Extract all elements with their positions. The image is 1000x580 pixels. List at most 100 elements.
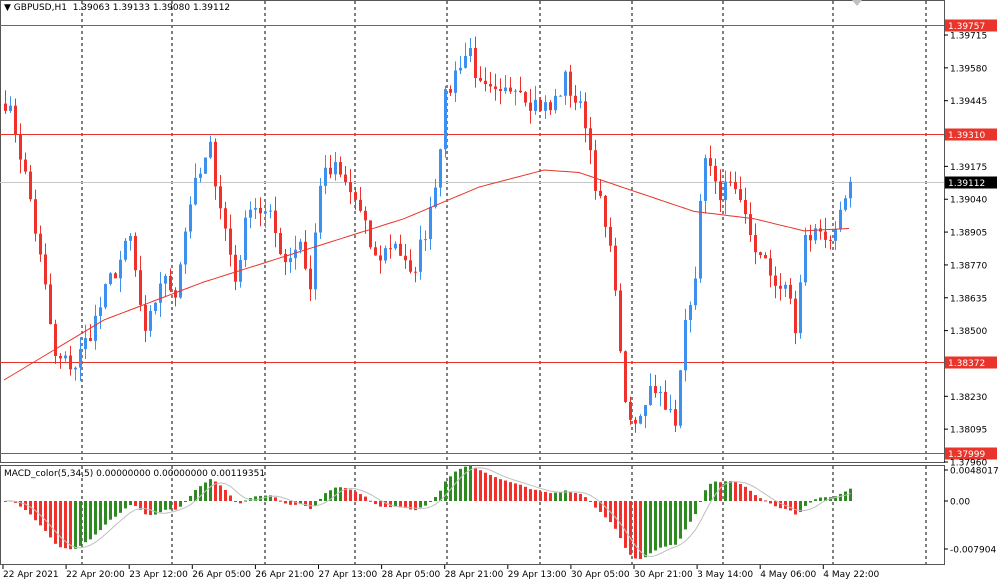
candle-body bbox=[64, 355, 67, 359]
macd-histogram-bar bbox=[649, 501, 652, 554]
macd-histogram-bar bbox=[674, 501, 677, 545]
macd-histogram-bar bbox=[49, 501, 52, 538]
candle-body bbox=[474, 48, 477, 78]
candle-body bbox=[459, 67, 462, 71]
candle-body bbox=[274, 210, 277, 233]
macd-histogram-bar bbox=[144, 501, 147, 515]
price-chart[interactable]: 1.397571.393101.383721.379991.397151.395… bbox=[0, 0, 1000, 580]
candle-body bbox=[389, 248, 392, 250]
macd-histogram-bar bbox=[654, 501, 657, 551]
time-label: 26 Apr 21:00 bbox=[255, 570, 314, 580]
candle-body bbox=[429, 206, 432, 240]
time-label: 3 May 14:00 bbox=[697, 570, 753, 580]
macd-histogram-bar bbox=[529, 489, 532, 501]
macd-histogram-bar bbox=[274, 497, 277, 501]
macd-histogram-bar bbox=[189, 495, 192, 501]
candle-body bbox=[444, 89, 447, 150]
macd-histogram-bar bbox=[319, 498, 322, 501]
macd-histogram-bar bbox=[159, 501, 162, 513]
candle-body bbox=[369, 220, 372, 248]
macd-histogram-bar bbox=[89, 501, 92, 540]
macd-histogram-bar bbox=[179, 501, 182, 507]
candle-body bbox=[609, 226, 612, 246]
macd-histogram-bar bbox=[679, 501, 682, 539]
time-label: 30 Apr 05:00 bbox=[571, 570, 630, 580]
candle-body bbox=[434, 187, 437, 207]
macd-histogram-bar bbox=[164, 501, 167, 510]
macd-histogram-bar bbox=[489, 474, 492, 501]
macd-histogram-bar bbox=[819, 497, 822, 501]
candle-body bbox=[269, 210, 272, 212]
moving-average-line bbox=[3, 169, 850, 381]
candle-body bbox=[674, 409, 677, 426]
macd-histogram-bar bbox=[729, 481, 732, 501]
macd-histogram-bar bbox=[709, 483, 712, 501]
candle-body bbox=[764, 255, 767, 259]
candle-body bbox=[14, 105, 17, 135]
candle-body bbox=[49, 284, 52, 325]
macd-histogram-bar bbox=[224, 489, 227, 501]
candle-body bbox=[294, 249, 297, 259]
macd-histogram-bar bbox=[659, 501, 662, 548]
macd-histogram-bar bbox=[359, 494, 362, 501]
price-tick-label: 1.38635 bbox=[950, 294, 987, 304]
time-label: 4 May 06:00 bbox=[760, 570, 816, 580]
macd-tick-label: 0.00 bbox=[950, 498, 970, 508]
candle-body bbox=[644, 405, 647, 416]
candle-body bbox=[354, 192, 357, 200]
time-label: 28 Apr 05:00 bbox=[382, 570, 441, 580]
shift-marker-icon[interactable] bbox=[852, 0, 862, 6]
macd-histogram-bar bbox=[59, 501, 62, 548]
macd-histogram-bar bbox=[584, 497, 587, 501]
macd-histogram-bar bbox=[604, 501, 607, 518]
candle-body bbox=[779, 285, 782, 289]
macd-histogram-bar bbox=[814, 499, 817, 501]
candle-body bbox=[179, 264, 182, 298]
candle-body bbox=[774, 275, 777, 286]
price-tick-label: 1.39445 bbox=[950, 97, 987, 107]
macd-histogram-bar bbox=[719, 482, 722, 501]
candle-body bbox=[259, 207, 262, 214]
candle-body bbox=[54, 324, 57, 357]
macd-histogram-bar bbox=[519, 484, 522, 501]
macd-histogram-bar bbox=[279, 500, 282, 502]
candle-body bbox=[439, 149, 442, 188]
macd-histogram-bar bbox=[424, 501, 427, 506]
dropdown-triangle-icon[interactable]: ▼ bbox=[4, 3, 11, 13]
macd-histogram-bar bbox=[769, 501, 772, 504]
macd-histogram-bar bbox=[554, 492, 557, 501]
chart-window[interactable]: 1.39757 1.39310 1.38372 1.37999 1.39715 1.395… bbox=[0, 0, 1000, 580]
level-price-label: 1.39310 bbox=[948, 131, 985, 141]
candle-body bbox=[219, 186, 222, 209]
candle-body bbox=[229, 228, 232, 255]
candle-body bbox=[69, 355, 72, 370]
candle-body bbox=[569, 71, 572, 96]
macd-histogram-bar bbox=[389, 501, 392, 508]
candle-body bbox=[564, 71, 567, 96]
macd-histogram-bar bbox=[434, 496, 437, 501]
macd-histogram-bar bbox=[569, 491, 572, 501]
candle-body bbox=[824, 231, 827, 240]
candle-body bbox=[34, 199, 37, 234]
macd-signal-line bbox=[5, 467, 851, 558]
candle-body bbox=[234, 254, 237, 282]
macd-histogram-bar bbox=[714, 481, 717, 501]
macd-histogram-bar bbox=[589, 501, 592, 502]
candle-body bbox=[144, 304, 147, 331]
candle-body bbox=[514, 90, 517, 92]
candle-body bbox=[394, 243, 397, 249]
candle-body bbox=[519, 90, 522, 93]
candle-body bbox=[224, 208, 227, 229]
candle-body bbox=[24, 159, 27, 172]
macd-histogram-bar bbox=[684, 501, 687, 530]
macd-histogram-bar bbox=[244, 500, 247, 502]
candle-body bbox=[554, 95, 557, 111]
macd-histogram-bar bbox=[504, 480, 507, 501]
price-tick-label: 1.39040 bbox=[950, 196, 987, 206]
macd-histogram-bar bbox=[54, 501, 57, 544]
candle-body bbox=[29, 171, 32, 200]
candle-body bbox=[424, 239, 427, 241]
candle-body bbox=[199, 173, 202, 178]
macd-histogram-bar bbox=[94, 501, 97, 535]
macd-tick-label: -0.007904 bbox=[950, 546, 996, 556]
